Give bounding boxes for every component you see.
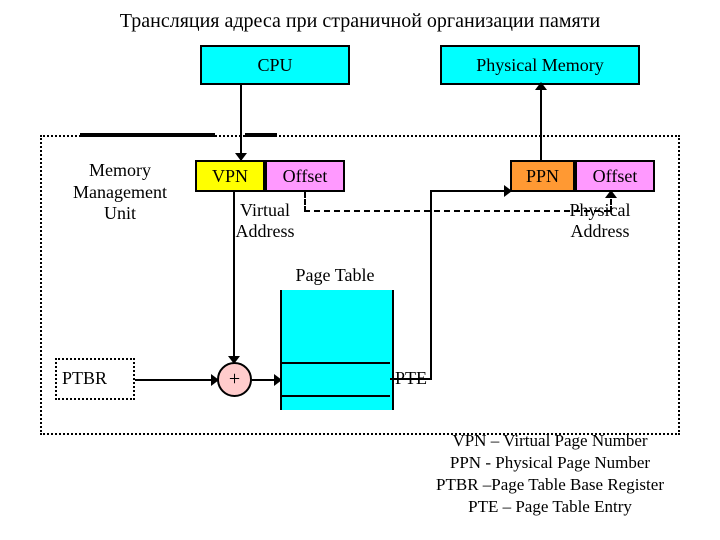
ppn-box: PPN [510,160,575,192]
legend-ptbr: PTBR –Page Table Base Register [400,474,700,496]
arrow-offset-copy [304,192,306,212]
virtual-address-label: Virtual Address [215,200,315,242]
arrow-pte-to-ppn [430,190,512,192]
vpn-box: VPN [195,160,265,192]
arrowhead-icon [274,374,282,386]
arrowhead-icon [211,374,219,386]
arrow-ptbr-to-adder [135,379,217,381]
legend-block: VPN – Virtual Page Number PPN - Physical… [400,430,700,518]
arrow-pte-to-ppn [390,378,432,380]
physical-address-label: Physical Address [550,200,650,242]
arrow-vpn-to-adder [233,192,235,362]
ptbr-label: PTBR [62,368,107,389]
mmu-edge-segment [245,133,277,137]
virtual-offset-box: Offset [265,160,345,192]
physical-memory-box: Physical Memory [440,45,640,85]
cpu-box: CPU [200,45,350,85]
arrowhead-icon [605,190,617,198]
legend-pte: PTE – Page Table Entry [400,496,700,518]
diagram-title: Трансляция адреса при страничной организ… [0,10,720,33]
arrowhead-icon [535,82,547,90]
mmu-edge-segment [80,133,215,137]
legend-ppn: PPN - Physical Page Number [400,452,700,474]
arrow-cpu-to-vpn [240,85,242,160]
arrow-offset-copy [304,210,610,212]
arrowhead-icon [235,153,247,161]
arrow-pte-to-ppn [430,192,432,380]
mmu-label: Memory Management Unit [55,160,185,225]
legend-vpn: VPN – Virtual Page Number [400,430,700,452]
pte-row [280,362,390,397]
adder-circle: + [217,362,252,397]
arrowhead-icon [504,185,512,197]
arrow-ppn-to-pmem [540,85,542,160]
physical-offset-box: Offset [575,160,655,192]
arrowhead-icon [228,356,240,364]
page-table-label: Page Table [280,265,390,286]
